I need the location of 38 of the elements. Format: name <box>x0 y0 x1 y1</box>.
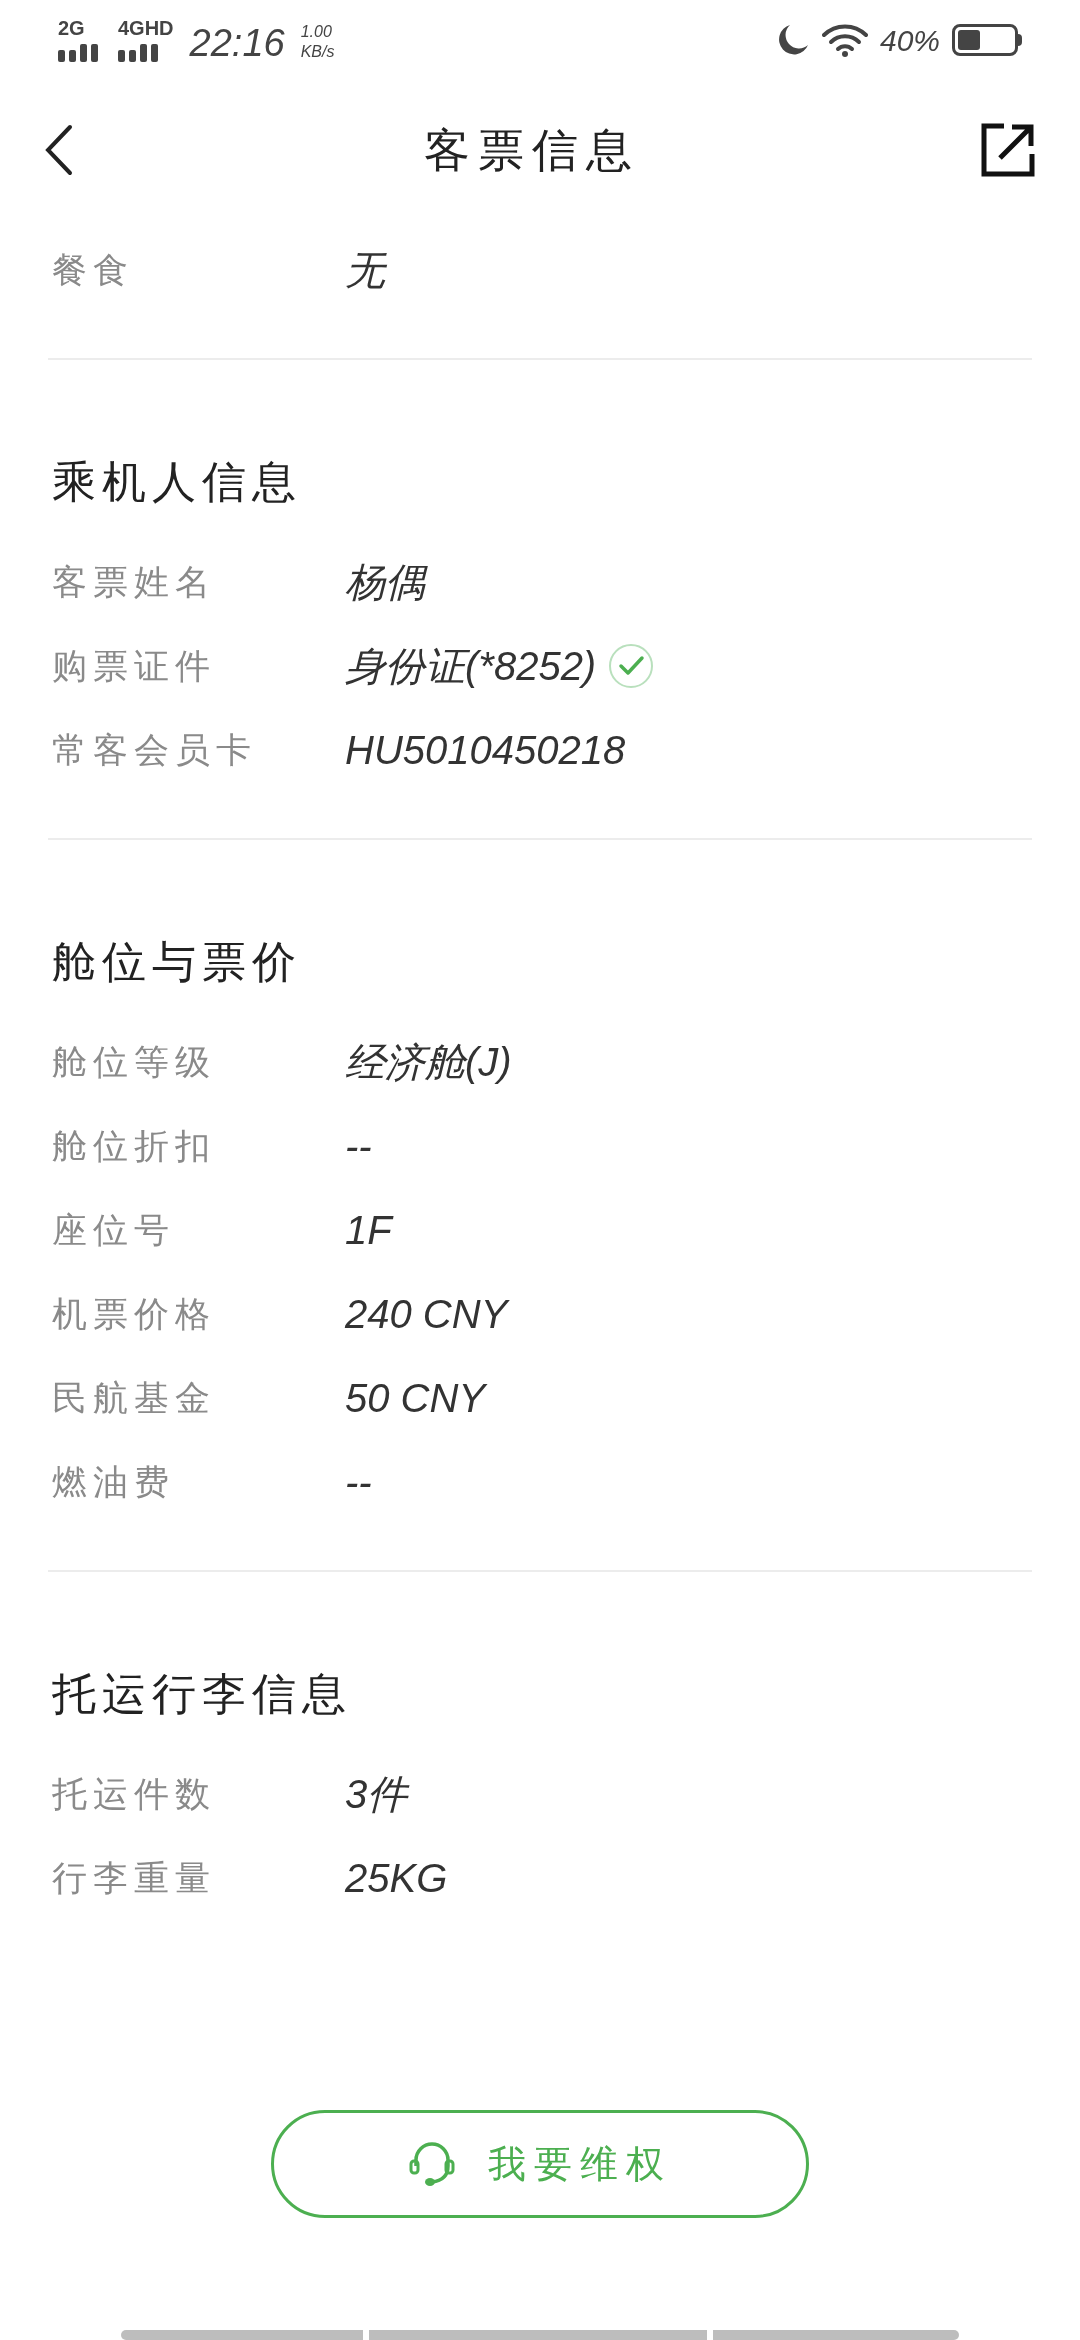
battery-percent: 40% <box>879 22 940 59</box>
speed-value: 1.00 <box>300 22 332 42</box>
field-value: -- <box>345 1123 372 1170</box>
field-label: 民航基金 <box>52 1376 217 1419</box>
field-label: 购票证件 <box>52 644 217 687</box>
field-label: 机票价格 <box>52 1292 217 1335</box>
headset-icon <box>408 2140 456 2188</box>
clock-time: 22:16 <box>189 24 285 62</box>
field-value: 身份证(*8252) <box>345 643 597 690</box>
field-label: 燃油费 <box>52 1460 176 1503</box>
field-value: 1F <box>345 1207 392 1254</box>
field-value: 25KG <box>345 1855 448 1902</box>
battery-icon <box>952 24 1022 56</box>
complaint-button[interactable]: 我要维权 <box>271 2110 809 2218</box>
page-title: 客票信息 <box>423 122 641 178</box>
field-label: 座位号 <box>52 1208 176 1251</box>
field-value: 240 CNY <box>345 1291 508 1338</box>
network-label: 4GHD <box>118 18 174 38</box>
section-title: 舱位与票价 <box>51 936 303 988</box>
wifi-icon <box>821 23 868 57</box>
network-label: 2G <box>58 18 85 38</box>
field-value: -- <box>345 1459 372 1506</box>
field-value: 经济舱(J) <box>345 1039 512 1086</box>
field-label: 托运件数 <box>52 1772 217 1815</box>
field-value: HU5010450218 <box>345 727 626 774</box>
field-label: 行李重量 <box>52 1856 217 1899</box>
section-title: 乘机人信息 <box>51 456 303 508</box>
share-button[interactable] <box>980 122 1036 178</box>
field-label: 常客会员卡 <box>52 728 258 771</box>
section-title: 托运行李信息 <box>51 1668 353 1720</box>
field-value: 3件 <box>345 1771 408 1818</box>
field-value: 无 <box>345 247 385 294</box>
field-label: 餐食 <box>52 248 135 291</box>
field-label: 舱位折扣 <box>52 1124 217 1167</box>
speed-unit: KB/s <box>300 42 335 62</box>
field-value: 50 CNY <box>345 1375 486 1422</box>
field-label: 舱位等级 <box>52 1040 217 1083</box>
field-label: 客票姓名 <box>52 560 217 603</box>
